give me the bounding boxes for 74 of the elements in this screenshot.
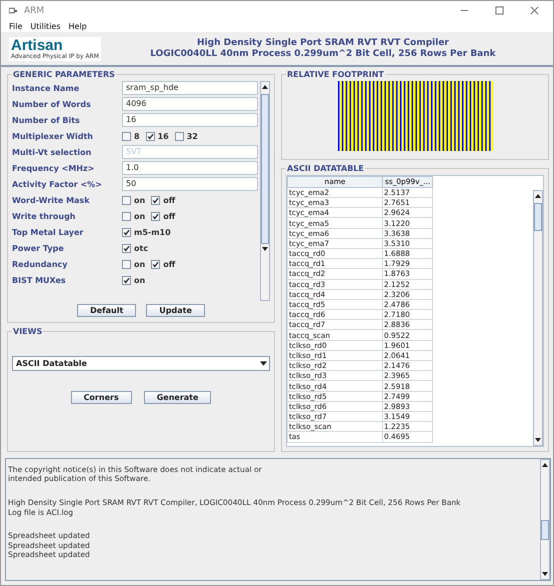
option-label: on bbox=[134, 276, 146, 285]
parameter-label: Multi-Vt selection bbox=[12, 148, 92, 157]
group-title: RELATIVE FOOTPRINT bbox=[286, 70, 385, 79]
option-label: on bbox=[134, 260, 146, 269]
option-label: m5-m10 bbox=[134, 228, 171, 237]
parameter-label: Write through bbox=[12, 212, 76, 221]
option-label: off bbox=[163, 212, 176, 221]
checkbox[interactable] bbox=[122, 196, 131, 205]
parameter-label: Number of Bits bbox=[12, 116, 81, 125]
window-title: ARM bbox=[24, 6, 44, 16]
option-label: on bbox=[134, 196, 146, 205]
header-text: High Density Single Port SRAM RVT RVT Compiler bbox=[197, 38, 449, 49]
checkbox[interactable] bbox=[122, 260, 131, 269]
checkbox[interactable] bbox=[151, 260, 160, 269]
parameter-label: Number of Words bbox=[12, 100, 92, 109]
menu-item[interactable]: File bbox=[9, 22, 22, 31]
scroll-thumb[interactable] bbox=[261, 94, 269, 244]
parameter-label: Multiplexer Width bbox=[12, 132, 94, 141]
logo-name: Artisan bbox=[11, 38, 63, 53]
scroll-thumb[interactable] bbox=[534, 202, 542, 231]
checkbox[interactable] bbox=[151, 212, 160, 221]
scroll-down-icon[interactable] bbox=[535, 438, 541, 442]
option-label: off bbox=[163, 196, 176, 205]
scroll-up-icon[interactable] bbox=[535, 194, 541, 198]
maximize-icon[interactable] bbox=[495, 6, 504, 16]
scroll-thumb[interactable] bbox=[541, 520, 549, 540]
menu-item[interactable]: Help bbox=[68, 22, 87, 31]
option-label: off bbox=[163, 260, 176, 269]
parameter-label: Instance Name bbox=[12, 84, 80, 93]
scrollbar[interactable] bbox=[533, 190, 543, 446]
option-label: otc bbox=[134, 244, 148, 253]
checkbox[interactable] bbox=[122, 212, 131, 221]
parameter-label: Word-Write Mask bbox=[12, 196, 91, 205]
checkbox[interactable] bbox=[151, 196, 160, 205]
parameter-label: BIST MUXes bbox=[12, 276, 67, 285]
input-field[interactable]: 16 bbox=[122, 113, 258, 128]
action-button[interactable]: Default bbox=[77, 304, 136, 317]
parameter-label: Frequency <MHz> bbox=[12, 164, 96, 173]
menu-item[interactable]: Utilities bbox=[30, 22, 60, 31]
view-dropdown[interactable]: ASCII Datatable bbox=[12, 356, 270, 371]
parameter-label: Top Metal Layer bbox=[12, 228, 84, 237]
header-text: LOGIC0040LL 40nm Process 0.299um^2 Bit Cell, 256 Rows Per Bank bbox=[150, 48, 496, 60]
input-field[interactable]: sram_sp_hde bbox=[122, 81, 258, 96]
checkbox[interactable] bbox=[122, 132, 131, 141]
option-label: on bbox=[134, 212, 146, 221]
group-title: VIEWS bbox=[12, 326, 44, 336]
parameter-label: Activity Factor <%> bbox=[12, 180, 103, 189]
option-label: 16 bbox=[158, 132, 169, 141]
input-field[interactable]: 1.0 bbox=[122, 161, 258, 176]
action-button[interactable]: Update bbox=[146, 304, 205, 317]
scroll-up-icon[interactable] bbox=[542, 462, 548, 467]
checkbox[interactable] bbox=[122, 228, 131, 237]
option-label: 8 bbox=[134, 132, 140, 141]
checkbox[interactable] bbox=[122, 244, 131, 253]
option-label: 32 bbox=[186, 132, 198, 141]
scrollbar[interactable] bbox=[260, 80, 270, 301]
action-button[interactable]: Generate bbox=[144, 390, 212, 404]
input-field[interactable]: 4096 bbox=[122, 97, 258, 112]
input-field[interactable]: 50 bbox=[122, 177, 258, 192]
checkbox[interactable] bbox=[122, 276, 131, 285]
app-icon bbox=[9, 6, 18, 15]
group-title: GENERIC PARAMETERS bbox=[12, 70, 116, 79]
action-button[interactable]: Corners bbox=[70, 390, 132, 404]
checkbox[interactable] bbox=[174, 132, 184, 141]
parameter-label: Power Type bbox=[12, 244, 65, 253]
close-icon[interactable] bbox=[530, 6, 539, 16]
checkbox[interactable] bbox=[146, 132, 155, 141]
scrollbar[interactable] bbox=[540, 458, 550, 580]
parameter-label: Redundancy bbox=[12, 260, 68, 269]
scroll-down-icon[interactable] bbox=[542, 572, 548, 576]
scroll-up-icon[interactable] bbox=[262, 84, 268, 89]
dropdown-arrow-icon bbox=[260, 360, 267, 366]
scroll-down-icon[interactable] bbox=[262, 246, 268, 251]
group-title: ASCII DATATABLE bbox=[286, 164, 365, 173]
